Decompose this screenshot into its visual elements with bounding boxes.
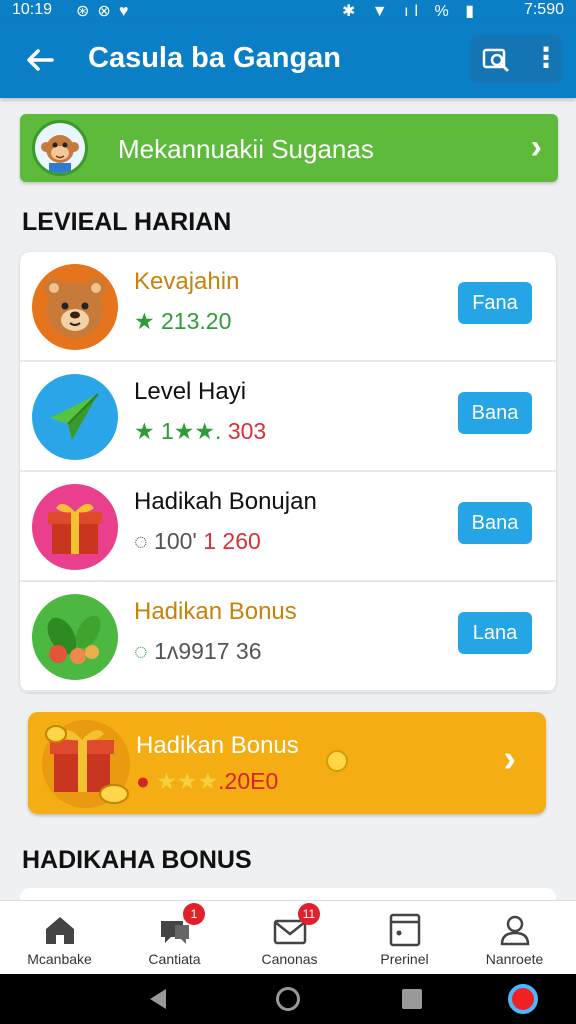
status-icons-left: ⊛⊗♥	[76, 3, 137, 20]
profile-icon	[497, 913, 533, 947]
apple-icon: ●	[136, 768, 150, 794]
page-title: Casula ba Gangan	[88, 42, 342, 74]
gift-box-icon	[32, 484, 118, 570]
star-icon: ★	[134, 308, 155, 334]
bonus-value: .20E0	[218, 768, 279, 794]
item-name: Kevajahin	[134, 268, 240, 295]
item-action-button[interactable]: Bana	[458, 392, 532, 434]
chevron-right-icon: ›	[530, 128, 542, 166]
item-value: 1 260	[203, 528, 261, 554]
battery-text: %	[434, 3, 455, 20]
home-icon	[42, 913, 78, 947]
timer-icon: ◌	[134, 638, 148, 664]
status-time-right: 7:590	[523, 1, 564, 18]
nav-label: Prerinel	[380, 951, 429, 967]
nav-item-card[interactable]: Prerinel	[347, 901, 462, 975]
bonus-card[interactable]: Hadikan Bonus ● ★★★.20E0 ›	[28, 712, 546, 814]
item-action-button[interactable]: Lana	[458, 612, 532, 654]
nav-item-profile[interactable]: Nanroete	[457, 901, 572, 975]
paper-plane-icon	[32, 374, 118, 460]
bear-icon	[32, 264, 118, 350]
gift-coins-icon	[36, 714, 136, 812]
nav-label: Cantiata	[148, 951, 201, 967]
system-nav-bar	[0, 974, 576, 1024]
search-icon[interactable]	[480, 43, 512, 75]
more-vertical-icon[interactable]: ⋮	[532, 43, 560, 75]
item-action-button[interactable]: Bana	[458, 502, 532, 544]
nav-item-chat[interactable]: 1 Cantiata	[117, 901, 232, 975]
monkey-avatar-icon	[32, 120, 88, 176]
bottom-nav: Mcanbake 1 Cantiata 11 Canonas Prerinel …	[0, 900, 576, 974]
item-name: Level Hayi	[134, 378, 247, 405]
nav-label: Canonas	[261, 951, 318, 967]
app-bar: Casula ba Gangan ⋮	[0, 22, 576, 98]
item-action-button[interactable]: Fana	[458, 282, 532, 324]
item-value: 213.20	[161, 308, 232, 334]
item-name: Hadikah Bonujan	[134, 488, 317, 515]
star-icon: ★ 1★★.	[134, 418, 222, 444]
status-icons-right: ✱ ▼ ıl % ▮	[341, 3, 480, 20]
item-value: 1ᴧ9917 36	[154, 638, 262, 664]
list-item[interactable]: Level Hayi ★ 1★★. 303 Bana	[20, 362, 556, 472]
daily-list: Kevajahin ★ 213.20 Fana Level Hayi ★ 1★★…	[20, 252, 556, 692]
item-stat: ◌ 1ᴧ9917 36	[134, 638, 262, 665]
card-icon	[387, 913, 423, 947]
status-time-left: 10:19	[12, 1, 53, 18]
system-recent-icon[interactable]	[402, 989, 422, 1009]
item-stat: ★ 213.20	[134, 308, 231, 335]
chevron-right-icon: ›	[503, 738, 516, 780]
status-bar: 10:19 ⊛⊗♥ ✱ ▼ ıl % ▮ 7:590	[0, 0, 576, 22]
list-item[interactable]: Hadikan Bonus ◌ 1ᴧ9917 36 Lana	[20, 582, 556, 692]
bonus-stat: ● ★★★.20E0	[136, 768, 278, 795]
app-bar-actions: ⋮	[470, 35, 562, 83]
banner-label: Mekannuakii Suganas	[118, 134, 374, 164]
nav-label: Nanroete	[485, 951, 544, 967]
arrow-left-icon[interactable]	[20, 40, 60, 80]
system-home-icon[interactable]	[276, 987, 300, 1011]
timer-icon: ◌ 100'	[134, 528, 197, 554]
coin-icon	[326, 750, 348, 772]
section-title-bonus: HADIKAHA BONUS	[22, 846, 252, 874]
system-back-icon[interactable]	[150, 989, 166, 1009]
bonus-title: Hadikan Bonus	[136, 732, 299, 759]
list-item[interactable]: Hadikah Bonujan ◌ 100' 1 260 Bana	[20, 472, 556, 582]
item-stat: ◌ 100' 1 260	[134, 528, 261, 555]
assistant-icon[interactable]	[508, 984, 538, 1014]
item-value: 303	[227, 418, 267, 444]
item-stat: ★ 1★★. 303	[134, 418, 266, 445]
nav-item-mail[interactable]: 11 Canonas	[232, 901, 347, 975]
notification-badge: 11	[298, 903, 320, 925]
nav-item-home[interactable]: Mcanbake	[2, 901, 117, 975]
star-icon: ★★★	[156, 768, 219, 794]
veggie-icon	[32, 594, 118, 680]
notification-badge: 1	[183, 903, 205, 925]
item-name: Hadikan Bonus	[134, 598, 297, 625]
section-title-daily: LEVIEAL HARIAN	[22, 208, 232, 236]
list-item[interactable]: Kevajahin ★ 213.20 Fana	[20, 252, 556, 362]
nav-label: Mcanbake	[27, 951, 92, 967]
promo-banner[interactable]: Mekannuakii Suganas ›	[20, 114, 558, 182]
